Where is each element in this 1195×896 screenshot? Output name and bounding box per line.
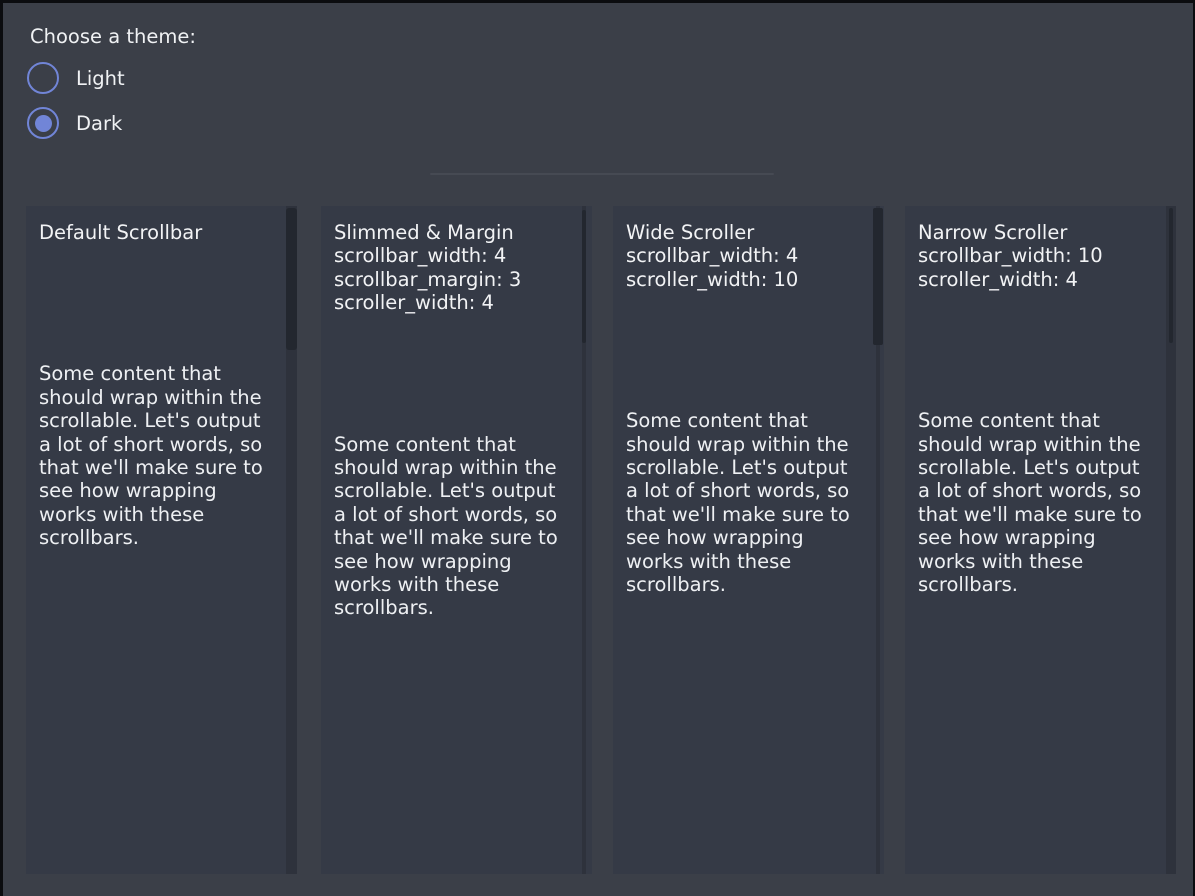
- radio-selected-dot: [35, 115, 52, 132]
- radio-label-dark: Dark: [76, 112, 122, 135]
- scroll-panel-slimmed-margin[interactable]: Slimmed & Margin scrollbar_width: 4 scro…: [321, 206, 592, 874]
- radio-icon-light[interactable]: [27, 62, 59, 94]
- radio-icon-dark-selected[interactable]: [27, 107, 59, 139]
- radio-option-light[interactable]: Light: [27, 62, 125, 94]
- panel-title: Slimmed & Margin scrollbar_width: 4 scro…: [334, 221, 561, 315]
- scrollbar-thumb[interactable]: [582, 210, 586, 343]
- scroll-panel-narrow-scroller[interactable]: Narrow Scroller scrollbar_width: 10 scro…: [905, 206, 1176, 874]
- panel-title: Narrow Scroller scrollbar_width: 10 scro…: [918, 221, 1145, 291]
- radio-label-light: Light: [76, 67, 125, 90]
- panel-title: Default Scrollbar: [39, 221, 266, 244]
- scrollbar-thumb[interactable]: [1169, 208, 1173, 343]
- panel-body-text: Some content that should wrap within the…: [626, 409, 853, 596]
- scrollbar-thumb[interactable]: [873, 208, 883, 345]
- theme-chooser-label: Choose a theme:: [30, 25, 196, 48]
- scroll-panel-wide-scroller[interactable]: Wide Scroller scrollbar_width: 4 scrolle…: [613, 206, 884, 874]
- scrollbar-thumb[interactable]: [286, 208, 297, 350]
- panel-body-text: Some content that should wrap within the…: [918, 409, 1145, 596]
- scroll-panel-default[interactable]: Default Scrollbar Some content that shou…: [26, 206, 297, 874]
- panel-title: Wide Scroller scrollbar_width: 4 scrolle…: [626, 221, 853, 291]
- radio-option-dark[interactable]: Dark: [27, 107, 122, 139]
- horizontal-divider: [430, 173, 774, 175]
- panel-body-text: Some content that should wrap within the…: [334, 433, 561, 620]
- panel-body-text: Some content that should wrap within the…: [39, 362, 266, 549]
- app-window: Choose a theme: Light Dark Default Scrol…: [0, 0, 1195, 896]
